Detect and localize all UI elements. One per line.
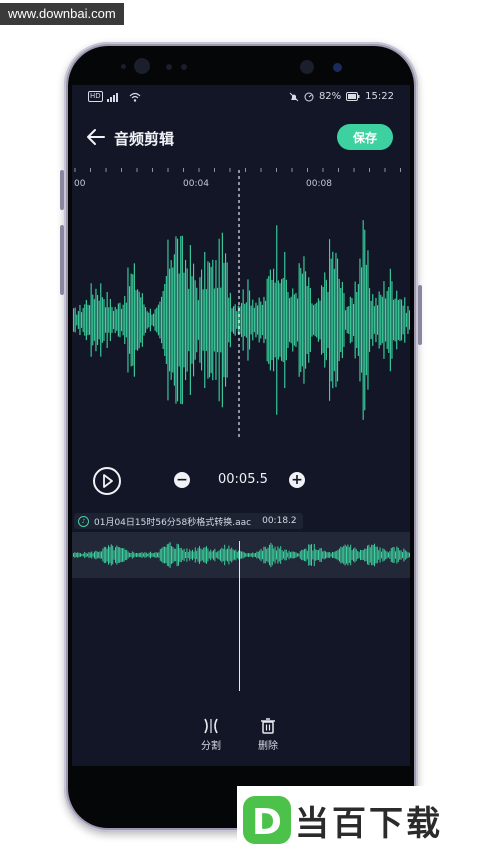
logo-mark-letter: D — [252, 802, 282, 843]
playback-controls: − 00:05.5 + — [72, 465, 410, 499]
zoom-in-button[interactable]: + — [289, 472, 305, 488]
main-waveform[interactable] — [72, 205, 410, 435]
bottom-toolbar: 分割 删除 — [72, 717, 410, 761]
timeline-label-2: 00:08 — [306, 179, 332, 189]
logo-text: 当百下载 — [295, 804, 443, 844]
split-label: 分割 — [201, 741, 221, 752]
battery-percent: 82% — [318, 91, 342, 102]
site-watermark: www.downbai.com — [0, 3, 124, 25]
split-icon — [191, 717, 231, 737]
play-icon — [103, 474, 113, 488]
front-camera-icon — [134, 58, 150, 74]
overview-waveform — [73, 542, 410, 568]
power-button — [418, 285, 422, 345]
track-cursor[interactable] — [239, 541, 240, 691]
timeline-label-1: 00:04 — [183, 179, 209, 189]
track-overview[interactable] — [72, 532, 410, 578]
timeline-label-0: 00 — [74, 179, 86, 189]
top-bar: 音频剪辑 保存 — [72, 121, 410, 153]
status-bar: HD 82% 15:22 — [72, 85, 410, 111]
delete-tool[interactable]: 删除 — [248, 717, 288, 752]
clock: 15:22 — [365, 91, 394, 102]
iris-camera-icon — [300, 60, 314, 74]
volume-button — [60, 170, 64, 210]
sensor-icon — [166, 64, 172, 70]
speed-icon — [304, 92, 314, 101]
signal-icon — [106, 92, 118, 102]
app-screen: HD 82% 15:22 音频剪辑 保存 00 00:04 00:08 − 00… — [72, 85, 410, 766]
file-chip[interactable]: ♪ 01月04日15时56分58秒格式转换.aac 00:18.2 — [74, 513, 303, 529]
current-position: 00:05.5 — [218, 472, 268, 487]
iris-led-icon — [333, 63, 342, 72]
timeline-ruler[interactable]: 00 00:04 00:08 — [72, 163, 410, 195]
page-title: 音频剪辑 — [114, 130, 175, 148]
sensor-icon — [181, 64, 187, 70]
site-logo: D 当百下载 — [237, 786, 480, 853]
battery-icon — [346, 92, 360, 101]
play-button[interactable] — [93, 467, 121, 495]
sensor-icon — [121, 64, 126, 69]
hd-badge: HD — [88, 91, 103, 102]
split-tool[interactable]: 分割 — [191, 717, 231, 752]
volume-button-2 — [60, 225, 64, 295]
trash-icon — [248, 717, 288, 737]
ruler-ticks — [74, 168, 401, 172]
file-duration: 00:18.2 — [262, 516, 297, 526]
music-note-icon: ♪ — [78, 515, 89, 527]
delete-label: 删除 — [258, 741, 278, 752]
save-button[interactable]: 保存 — [337, 124, 393, 150]
back-arrow-icon[interactable] — [84, 125, 108, 149]
zoom-out-button[interactable]: − — [174, 472, 190, 488]
file-name: 01月04日15时56分58秒格式转换.aac — [94, 517, 252, 528]
wifi-icon — [129, 92, 141, 102]
mute-bell-icon — [289, 92, 299, 101]
logo-mark-icon: D — [243, 796, 291, 844]
